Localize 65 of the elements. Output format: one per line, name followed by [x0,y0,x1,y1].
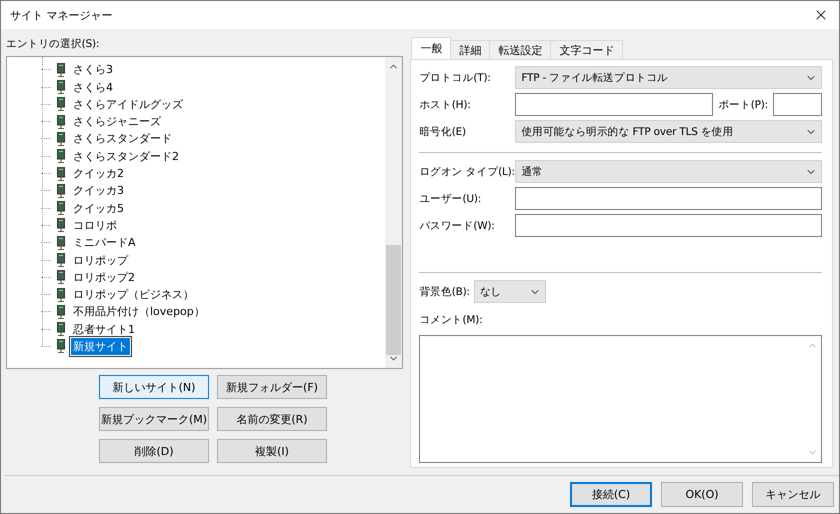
server-icon [57,201,65,216]
field-label: 暗号化(E) [419,124,467,139]
tree-action-button[interactable]: 新規ブックマーク(M) [99,407,209,432]
tree-action-button[interactable]: 削除(D) [99,439,209,464]
tree-label: エントリの選択(S): [6,37,100,52]
logon-type-select[interactable]: 通常 [515,160,822,184]
server-icon [57,149,65,164]
dialog-button[interactable]: キャンセル [752,482,834,508]
server-icon [57,253,65,267]
tree-item[interactable]: クイッカ3 [71,182,126,200]
tree-item[interactable]: さくら4 [71,78,115,96]
server-icon [57,80,65,94]
server-icon [57,114,65,129]
server-icon [57,97,65,112]
server-icon [57,339,65,354]
tab[interactable]: 文字コード [550,40,624,60]
window-title: サイト マネージャー [10,8,112,23]
server-icon [57,304,65,319]
field-label: コメント(M): [419,313,484,328]
tree-item[interactable]: ロリポップ [71,252,130,268]
field-label: ログオン タイプ(L): [419,164,516,179]
port-field[interactable] [773,93,822,116]
tree-action-button[interactable]: 新規フォルダー(F) [217,375,327,400]
password-field[interactable] [515,214,822,238]
tree-item[interactable]: さくらジャニーズ [71,113,163,130]
dialog-button[interactable]: 接続(C) [570,482,652,508]
tree-item[interactable]: さくらアイドルグッズ [71,96,185,113]
tree-item[interactable]: クイッカ5 [71,200,126,217]
tree-item[interactable]: ロリポップ（ビジネス） [71,286,196,304]
field-label: プロトコル(T): [419,70,492,85]
host-field[interactable] [515,93,714,116]
field-label: パスワード(W): [419,218,496,233]
server-icon [57,322,65,336]
field-label: ポート(P): [718,98,768,112]
tree-item[interactable]: クイッカ2 [71,165,126,182]
tree-item[interactable]: さくらスタンダード [71,130,174,148]
tree-item[interactable]: ミニバードA [71,234,138,252]
field-label: ユーザー(U): [419,192,482,206]
server-icon [57,132,65,146]
server-icon [57,270,65,284]
tree-action-button[interactable]: 複製(I) [217,439,327,464]
field-label: ホスト(H): [419,98,472,112]
field-label: 背景色(B): [419,284,470,299]
server-icon [57,288,65,302]
tree-item[interactable]: 不用品片付け（lovepop） [71,303,207,320]
encryption-select[interactable]: 使用可能なら明示的な FTP over TLS を使用 [515,120,822,144]
tree-action-button[interactable]: 名前の変更(R) [217,407,327,432]
server-icon [57,62,65,77]
server-icon [57,218,65,232]
server-icon [57,166,65,181]
rename-field[interactable]: 新規サイト [71,338,130,355]
tree-action-button[interactable]: 新しいサイト(N) [99,375,209,400]
server-icon [57,184,65,198]
dialog-button[interactable]: OK(O) [661,482,743,508]
scrollbar[interactable] [385,57,402,368]
background-color-select[interactable]: なし [474,280,546,304]
protocol-select[interactable]: FTP - ファイル転送プロトコル [515,66,822,90]
tree-item[interactable]: 忍者サイト1 [71,320,137,338]
tab[interactable]: 一般 [411,37,452,60]
tree-item[interactable]: さくら3 [71,61,115,78]
tree-item[interactable]: コロリポ [71,216,119,234]
user-field[interactable] [515,187,822,210]
tree-item[interactable]: さくらスタンダード2 [71,148,181,165]
server-icon [57,236,65,250]
tree-item[interactable]: ロリポップ2 [71,268,137,286]
